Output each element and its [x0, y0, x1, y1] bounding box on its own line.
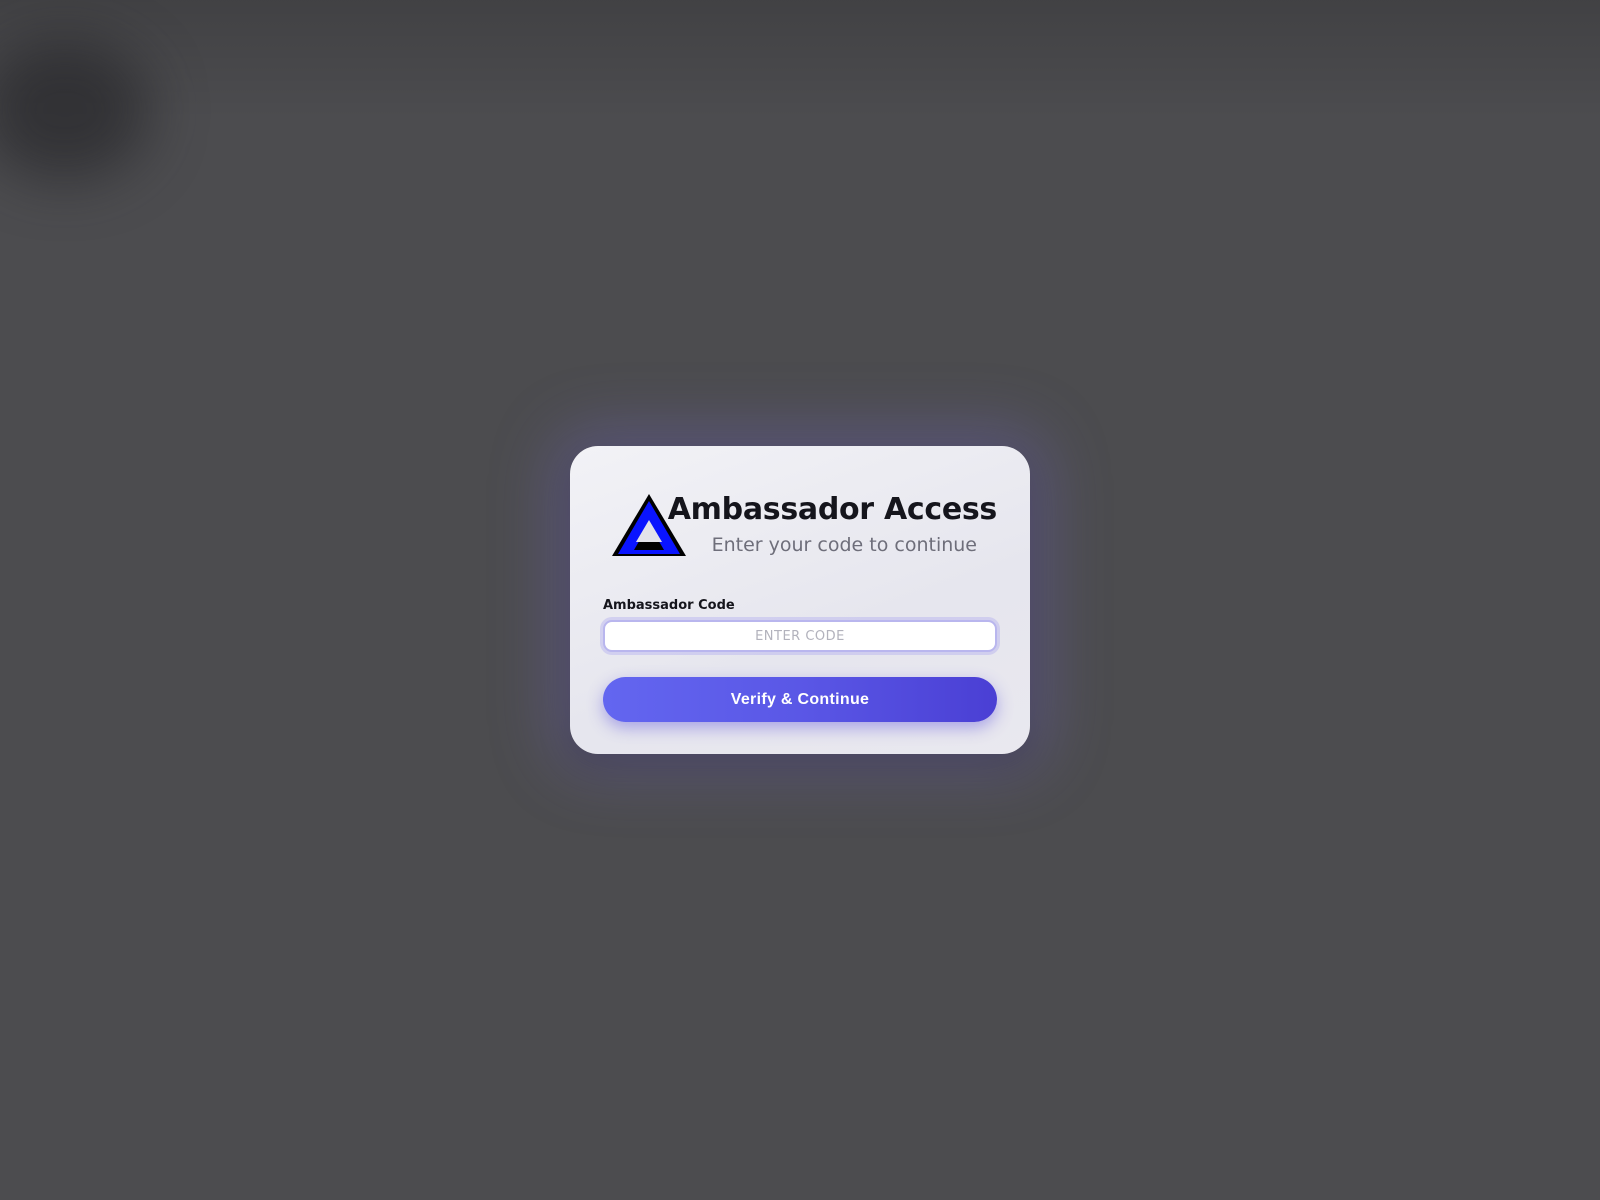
card-header: Ambassador Access Enter your code to con… [603, 490, 997, 560]
ambassador-code-input[interactable] [603, 620, 997, 652]
page-subtitle: Enter your code to continue [711, 534, 977, 556]
verify-continue-button[interactable]: Verify & Continue [603, 677, 997, 722]
ambassador-code-label: Ambassador Code [603, 598, 735, 613]
top-shade [0, 0, 1600, 120]
page-title: Ambassador Access [667, 492, 998, 527]
login-card: Ambassador Access Enter your code to con… [570, 446, 1030, 754]
